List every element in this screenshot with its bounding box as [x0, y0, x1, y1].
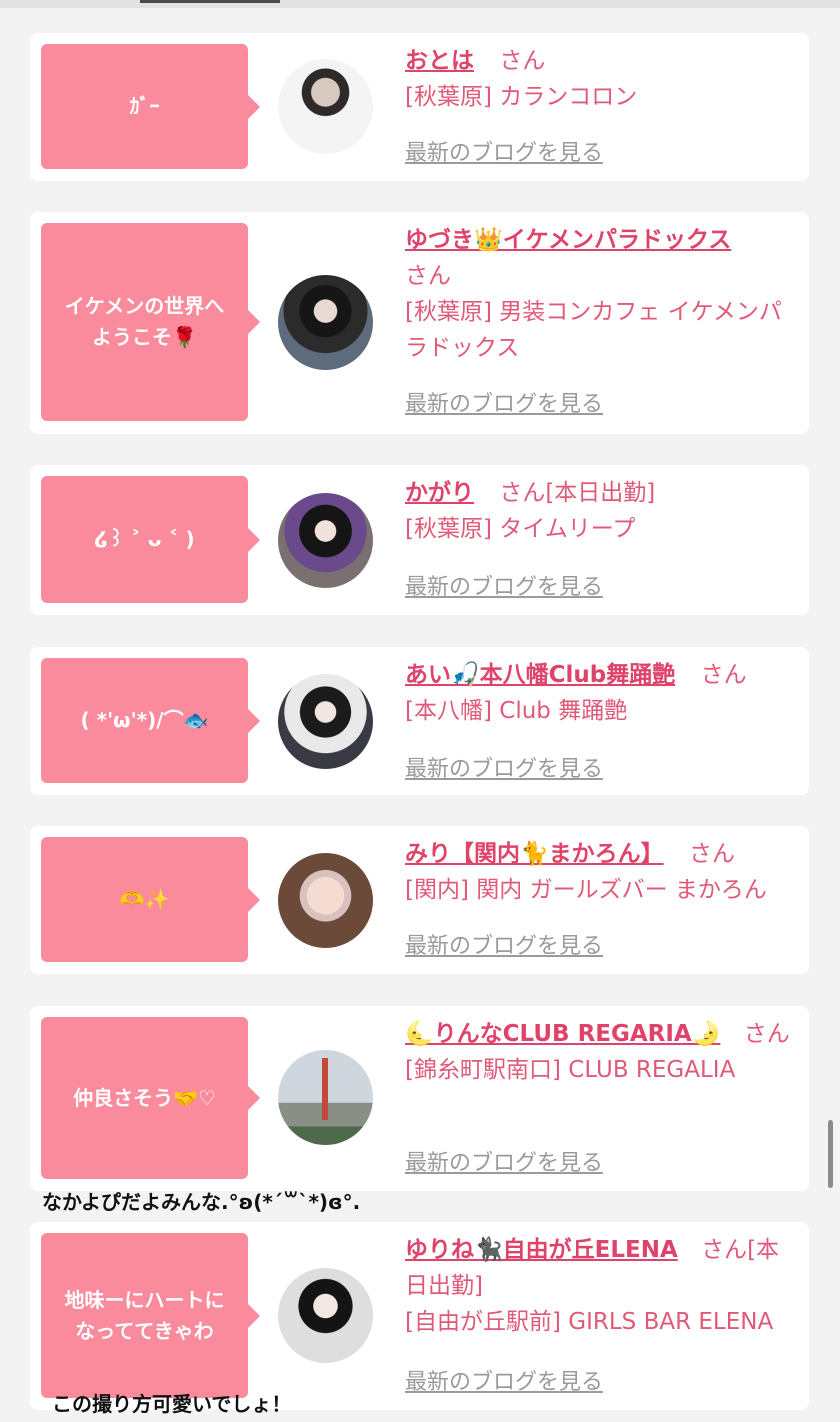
- avatar[interactable]: [278, 1050, 373, 1145]
- cast-name-link[interactable]: あい🎣本八幡Club舞踊艶: [405, 662, 675, 688]
- blog-link[interactable]: 最新のブログを見る: [405, 1145, 603, 1177]
- shop-label: [秋葉原] 男装コンカフェ イケメンパラドックス: [405, 299, 782, 361]
- cast-name-link[interactable]: 🌜りんなCLUB REGARIA🌛: [405, 1021, 720, 1047]
- avatar[interactable]: [278, 1268, 373, 1363]
- comment-bubble: 仲良さそう🤝♡: [41, 1017, 260, 1179]
- honorific: さん: [405, 263, 451, 289]
- avatar[interactable]: [278, 674, 373, 769]
- shop-label: [秋葉原] タイムリープ: [405, 516, 636, 542]
- cast-name-link[interactable]: ゆづき👑イケメンパラドックス: [405, 227, 731, 253]
- honorific: さん: [499, 48, 546, 74]
- avatar[interactable]: [278, 59, 373, 154]
- comment-bubble: ( *'ω'*)/⌒🐟: [41, 658, 260, 783]
- list-item: ( *'ω'*)/⌒🐟 あい🎣本八幡Club舞踊艶 さん [本八幡] Club …: [30, 647, 809, 795]
- blog-link[interactable]: 最新のブログを見る: [405, 135, 603, 167]
- photo-caption: なかよぴだよみんな.°ʚ(*´꒳`*)ɞ°.: [42, 1190, 361, 1214]
- honorific: さん: [688, 841, 735, 867]
- list-item: 🫶✨ みり【関内🐈まかろん】 さん [関内] 関内 ガールズバー まかろん 最新…: [30, 826, 809, 974]
- blog-link[interactable]: 最新のブログを見る: [405, 386, 603, 418]
- shop-label: [関内] 関内 ガールズバー まかろん: [405, 877, 767, 903]
- comment-bubble: 地味ーにハートに なっててきゃわ: [41, 1233, 260, 1398]
- cast-name-link[interactable]: おとは: [405, 48, 474, 74]
- list-item: 仲良さそう🤝♡ 🌜りんなCLUB REGARIA🌛 さん [錦糸町駅南口] CL…: [30, 1006, 809, 1191]
- list-item: ໒꒱ ˃ ᴗ ˂ ) かがり さん[本日出勤] [秋葉原] タイムリープ 最新の…: [30, 465, 809, 615]
- cast-info: みり【関内🐈まかろん】 さん [関内] 関内 ガールズバー まかろん: [405, 836, 797, 908]
- honorific: さん: [499, 480, 546, 506]
- cast-name-link[interactable]: みり【関内🐈まかろん】: [405, 841, 664, 867]
- comment-bubble: イケメンの世界へ ようこそ🌹: [41, 223, 260, 421]
- comment-bubble: ໒꒱ ˃ ᴗ ˂ ): [41, 476, 260, 603]
- shop-label: [自由が丘駅前] GIRLS BAR ELENA: [405, 1309, 774, 1335]
- blog-link[interactable]: 最新のブログを見る: [405, 928, 603, 960]
- list-item: ｶﾞｰ おとは さん [秋葉原] カランコロン 最新のブログを見る: [30, 33, 809, 181]
- honorific: さん: [743, 1021, 790, 1047]
- blog-link[interactable]: 最新のブログを見る: [405, 1364, 603, 1396]
- cast-info: ゆづき👑イケメンパラドックス さん [秋葉原] 男装コンカフェ イケメンパラドッ…: [405, 222, 797, 366]
- shop-label: [錦糸町駅南口] CLUB REGALIA: [405, 1057, 736, 1083]
- blog-link[interactable]: 最新のブログを見る: [405, 751, 603, 783]
- scrollbar[interactable]: [828, 1120, 833, 1188]
- comment-bubble: 🫶✨: [41, 837, 260, 962]
- cast-info: あい🎣本八幡Club舞踊艶 さん [本八幡] Club 舞踊艶: [405, 657, 797, 729]
- cast-info: かがり さん[本日出勤] [秋葉原] タイムリープ: [405, 475, 797, 547]
- photo-caption: この撮り方可愛いでしょ！: [52, 1392, 292, 1416]
- comment-bubble: ｶﾞｰ: [41, 44, 260, 169]
- honorific: さん: [700, 662, 747, 688]
- shop-label: [本八幡] Club 舞踊艶: [405, 698, 628, 724]
- blog-link[interactable]: 最新のブログを見る: [405, 569, 603, 601]
- status-badge: [本日出勤]: [545, 480, 656, 506]
- list-item: イケメンの世界へ ようこそ🌹 ゆづき👑イケメンパラドックス さん [秋葉原] 男…: [30, 212, 809, 434]
- cast-info: おとは さん [秋葉原] カランコロン: [405, 43, 797, 115]
- tower-shape: [322, 1058, 328, 1120]
- avatar[interactable]: [278, 275, 373, 370]
- avatar[interactable]: [278, 853, 373, 948]
- top-bar: [0, 0, 840, 8]
- active-tab-indicator: [140, 0, 280, 3]
- list-item: 地味ーにハートに なっててきゃわ ゆりね🐈‍⬛自由が丘ELENA さん[本日出勤…: [30, 1222, 809, 1410]
- cast-name-link[interactable]: かがり: [405, 480, 474, 506]
- cast-info: 🌜りんなCLUB REGARIA🌛 さん [錦糸町駅南口] CLUB REGAL…: [405, 1016, 797, 1088]
- cast-name-link[interactable]: ゆりね🐈‍⬛自由が丘ELENA: [405, 1237, 678, 1263]
- shop-label: [秋葉原] カランコロン: [405, 84, 638, 110]
- honorific: さん: [701, 1237, 748, 1263]
- cast-info: ゆりね🐈‍⬛自由が丘ELENA さん[本日出勤] [自由が丘駅前] GIRLS …: [405, 1232, 797, 1340]
- avatar[interactable]: [278, 493, 373, 588]
